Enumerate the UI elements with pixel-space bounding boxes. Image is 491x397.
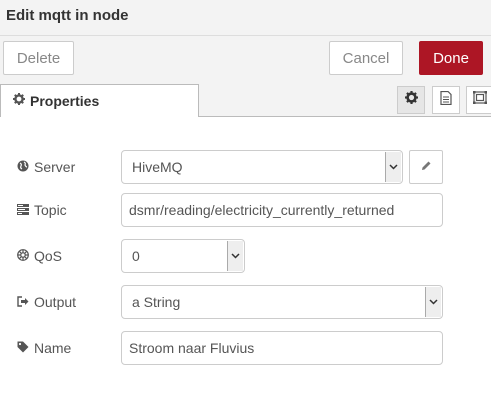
tray-title: Edit mqtt in node — [6, 7, 129, 24]
output-select[interactable]: a String — [121, 285, 443, 319]
tab-properties-label: Properties — [30, 93, 100, 109]
tab-properties[interactable]: Properties — [0, 84, 199, 117]
cog-icon — [13, 92, 25, 110]
cog-icon — [404, 91, 418, 109]
node-description-button[interactable] — [432, 86, 460, 114]
tab-bar: Properties — [0, 78, 491, 117]
name-label: Name — [34, 340, 72, 356]
server-label: Server — [34, 159, 76, 175]
node-settings-button[interactable] — [397, 86, 425, 114]
chevron-down-icon — [425, 287, 441, 317]
node-appearance-button[interactable] — [466, 86, 491, 114]
pencil-icon — [421, 158, 432, 176]
properties-form: Server HiveMQ Topic dsmr/reading/electri… — [0, 117, 491, 397]
file-text-icon — [440, 90, 452, 110]
cancel-button[interactable]: Cancel — [329, 41, 403, 75]
topic-value: dsmr/reading/electricity_currently_retur… — [129, 202, 395, 218]
name-input[interactable]: Stroom naar Fluvius — [121, 331, 443, 365]
globe-icon — [17, 159, 34, 175]
delete-button[interactable]: Delete — [3, 41, 74, 75]
empire-icon — [17, 248, 34, 264]
topic-input[interactable]: dsmr/reading/electricity_currently_retur… — [121, 193, 443, 227]
object-group-icon — [473, 91, 487, 109]
tray-toolbar: Delete Cancel Done — [0, 36, 491, 78]
server-row-label: Server — [17, 159, 75, 175]
output-row-label: Output — [17, 294, 76, 310]
qos-value: 0 — [132, 248, 140, 264]
sign-out-icon — [17, 294, 34, 310]
output-value: a String — [132, 294, 181, 310]
server-value: HiveMQ — [132, 159, 183, 175]
tray-header: Edit mqtt in node — [0, 0, 491, 36]
qos-label: QoS — [34, 248, 63, 264]
tasks-icon — [17, 202, 34, 218]
topic-label: Topic — [34, 202, 67, 218]
name-row-label: Name — [17, 340, 71, 356]
chevron-down-icon — [385, 152, 401, 182]
chevron-down-icon — [227, 241, 243, 271]
output-label: Output — [34, 294, 77, 310]
topic-row-label: Topic — [17, 202, 67, 218]
name-value: Stroom naar Fluvius — [129, 340, 255, 356]
done-button[interactable]: Done — [419, 41, 483, 75]
qos-row-label: QoS — [17, 248, 62, 264]
server-select[interactable]: HiveMQ — [121, 150, 403, 184]
qos-select[interactable]: 0 — [121, 239, 245, 273]
tag-icon — [17, 340, 34, 356]
edit-server-button[interactable] — [409, 150, 443, 184]
